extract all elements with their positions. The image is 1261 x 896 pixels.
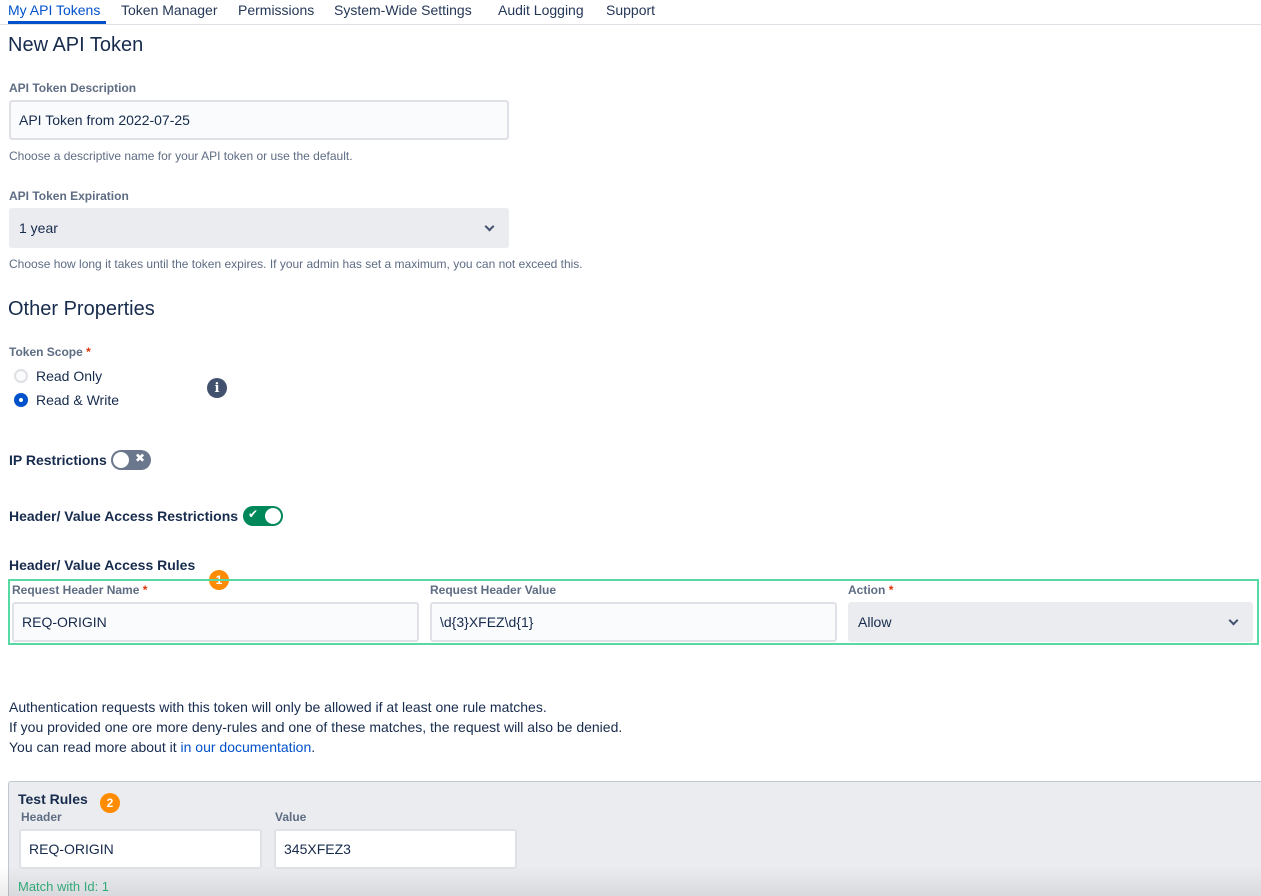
rules-note-line-3: You can read more about it in our docume…	[9, 739, 315, 755]
radio-checked-icon[interactable]	[14, 393, 28, 407]
test-rules-title: Test Rules	[18, 791, 88, 807]
ip-restrictions-label: IP Restrictions	[9, 452, 107, 468]
description-input[interactable]: API Token from 2022-07-25	[9, 100, 509, 140]
step-badge-2: 2	[100, 793, 120, 813]
check-icon: ✔	[248, 507, 259, 521]
test-value-label: Value	[275, 810, 307, 824]
ip-restrictions-toggle[interactable]: ✖	[111, 450, 151, 470]
rule-action-value: Allow	[858, 614, 892, 630]
scope-option-read-only[interactable]: Read Only	[14, 368, 102, 384]
test-header-label: Header	[21, 810, 62, 824]
header-restrictions-toggle[interactable]: ✔	[243, 506, 283, 526]
toggle-knob	[265, 508, 281, 524]
token-scope-label: Token Scope *	[9, 345, 91, 359]
scope-option-read-write[interactable]: Read & Write	[14, 392, 119, 408]
active-tab-indicator	[8, 21, 106, 24]
token-scope-label-text: Token Scope	[9, 345, 83, 359]
scope-option-label: Read & Write	[36, 392, 119, 408]
expiration-label: API Token Expiration	[9, 189, 129, 203]
tab-my-api-tokens[interactable]: My API Tokens	[8, 2, 100, 18]
tab-token-manager[interactable]: Token Manager	[121, 2, 218, 18]
rule-name-label-text: Request Header Name	[12, 583, 140, 597]
required-marker: *	[142, 583, 148, 597]
toggle-knob	[113, 452, 129, 468]
expiration-help: Choose how long it takes until the token…	[9, 257, 583, 271]
tab-system-wide-settings[interactable]: System-Wide Settings	[334, 2, 472, 18]
page-title: New API Token	[8, 34, 144, 56]
documentation-link[interactable]: in our documentation	[181, 739, 312, 755]
expiration-select[interactable]: 1 year	[9, 208, 509, 248]
required-marker: *	[888, 583, 894, 597]
rule-action-label-text: Action	[848, 583, 886, 597]
rule-value-label: Request Header Value	[430, 583, 557, 597]
rules-note-line-2: If you provided one ore more deny-rules …	[9, 719, 623, 735]
test-value-input[interactable]: 345XFEZ3	[274, 829, 517, 869]
rule-header-value-input[interactable]: \d{3}XFEZ\d{1}	[430, 602, 837, 642]
rules-note-line-1: Authentication requests with this token …	[9, 699, 547, 715]
rule-header-name-input[interactable]: REQ-ORIGIN	[12, 602, 419, 642]
tab-support[interactable]: Support	[606, 2, 655, 18]
rule-name-label: Request Header Name *	[12, 583, 147, 597]
expiration-select-value: 1 year	[19, 220, 58, 236]
tab-audit-logging[interactable]: Audit Logging	[498, 2, 584, 18]
rule-action-label: Action *	[848, 583, 893, 597]
chevron-down-icon	[484, 221, 495, 231]
scope-option-label: Read Only	[36, 368, 103, 384]
tab-permissions[interactable]: Permissions	[238, 2, 314, 18]
test-value-input-value: 345XFEZ3	[284, 841, 351, 857]
rules-note-suffix: .	[311, 739, 316, 755]
info-icon[interactable]: i	[207, 378, 227, 398]
close-icon: ✖	[135, 451, 146, 465]
header-restrictions-label: Header/ Value Access Restrictions	[9, 508, 239, 524]
other-properties-title: Other Properties	[8, 298, 155, 320]
radio-unchecked-icon[interactable]	[14, 369, 28, 383]
description-input-value: API Token from 2022-07-25	[19, 112, 190, 128]
rule-header-name-value: REQ-ORIGIN	[22, 614, 107, 630]
test-header-input[interactable]: REQ-ORIGIN	[19, 829, 262, 869]
description-label: API Token Description	[9, 81, 137, 95]
description-help: Choose a descriptive name for your API t…	[9, 149, 353, 163]
chevron-down-icon	[1228, 615, 1239, 625]
access-rules-title: Header/ Value Access Rules	[9, 557, 196, 573]
top-nav: My API Tokens Token Manager Permissions …	[0, 0, 1261, 25]
rule-header-value-value: \d{3}XFEZ\d{1}	[440, 614, 534, 630]
test-match-result: Match with Id: 1	[18, 879, 110, 894]
rule-action-select[interactable]: Allow	[848, 602, 1253, 642]
required-marker: *	[86, 345, 91, 359]
rules-note-prefix: You can read more about it	[9, 739, 181, 755]
test-header-input-value: REQ-ORIGIN	[29, 841, 114, 857]
